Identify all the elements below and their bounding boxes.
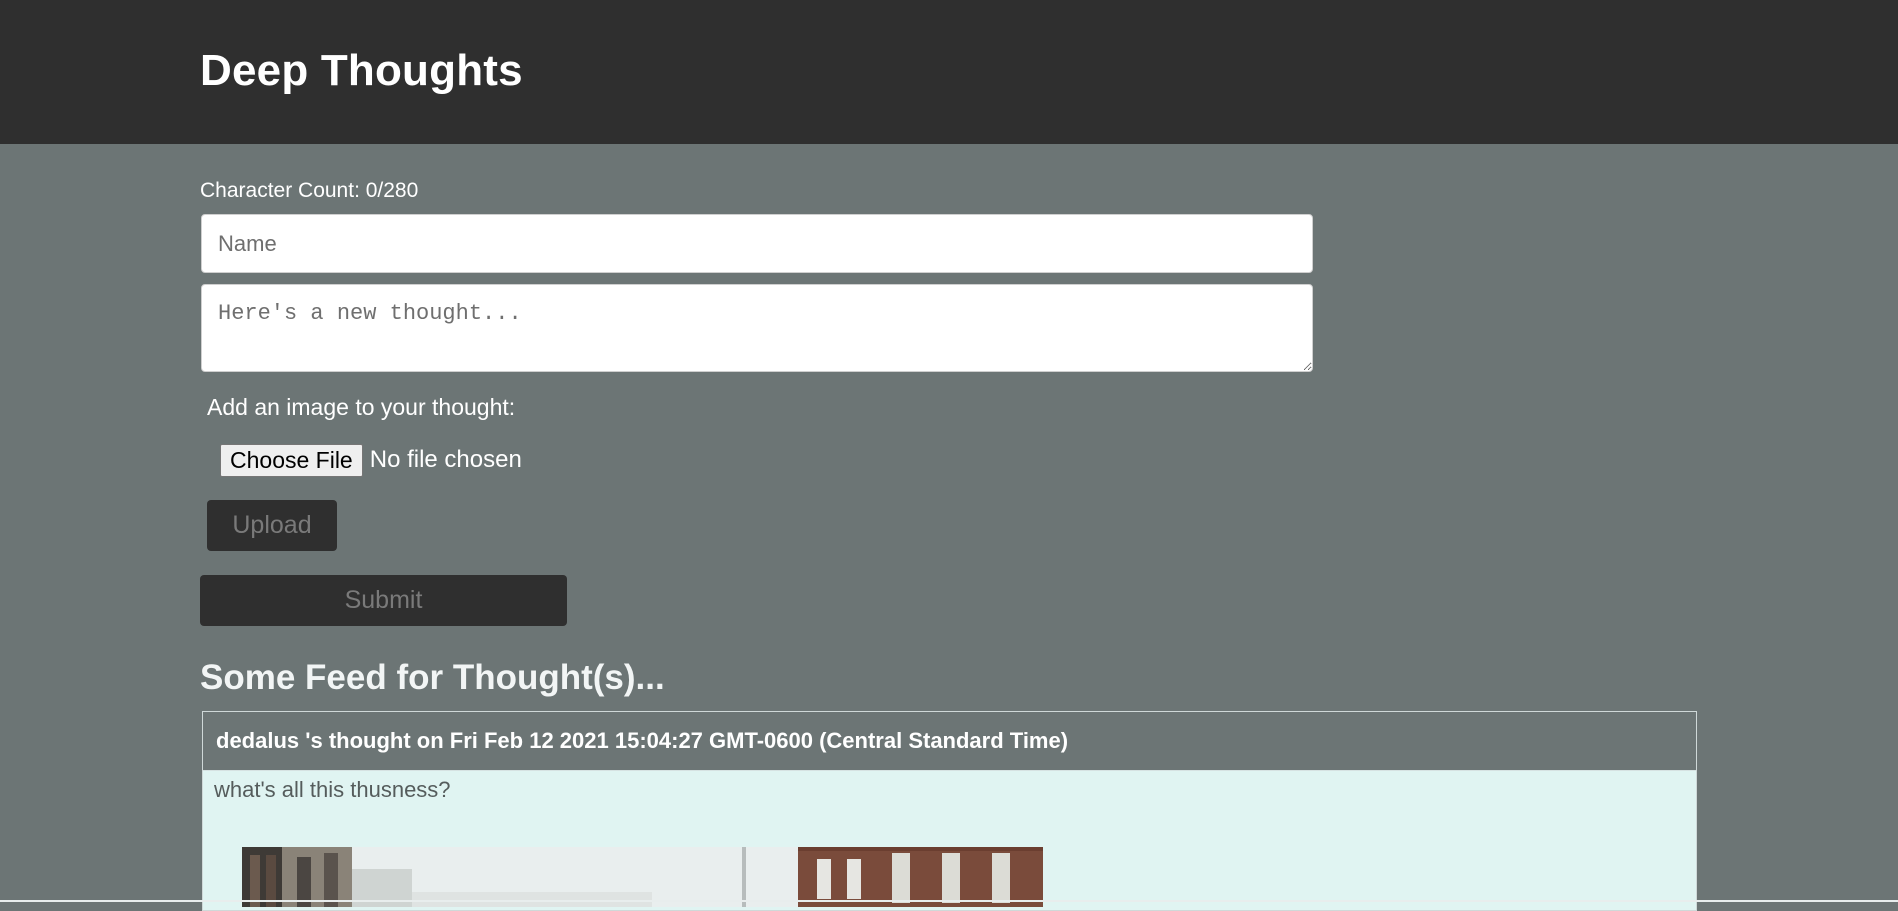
choose-file-button[interactable]: Choose File (220, 443, 363, 477)
thought-author-date: dedalus 's thought on Fri Feb 12 2021 15… (216, 728, 1069, 753)
submit-button[interactable]: Submit (200, 575, 567, 626)
feed-title: Some Feed for Thought(s)... (200, 658, 665, 697)
thought-text: what's all this thusness? (214, 777, 451, 802)
thought-card: dedalus 's thought on Fri Feb 12 2021 15… (202, 711, 1697, 911)
site-title: Deep Thoughts (200, 46, 523, 95)
thought-image (242, 847, 1043, 907)
name-input[interactable] (201, 214, 1313, 273)
site-header: Deep Thoughts (0, 0, 1898, 144)
add-image-label: Add an image to your thought: (207, 394, 516, 420)
file-status-text: No file chosen (369, 446, 522, 473)
upload-button[interactable]: Upload (207, 500, 337, 551)
street-photo-image (242, 847, 1043, 907)
thought-textarea[interactable] (201, 284, 1313, 372)
character-count: Character Count: 0/280 (200, 179, 419, 202)
thought-card-header: dedalus 's thought on Fri Feb 12 2021 15… (203, 712, 1696, 771)
file-input: Choose File No file chosen (220, 443, 522, 477)
